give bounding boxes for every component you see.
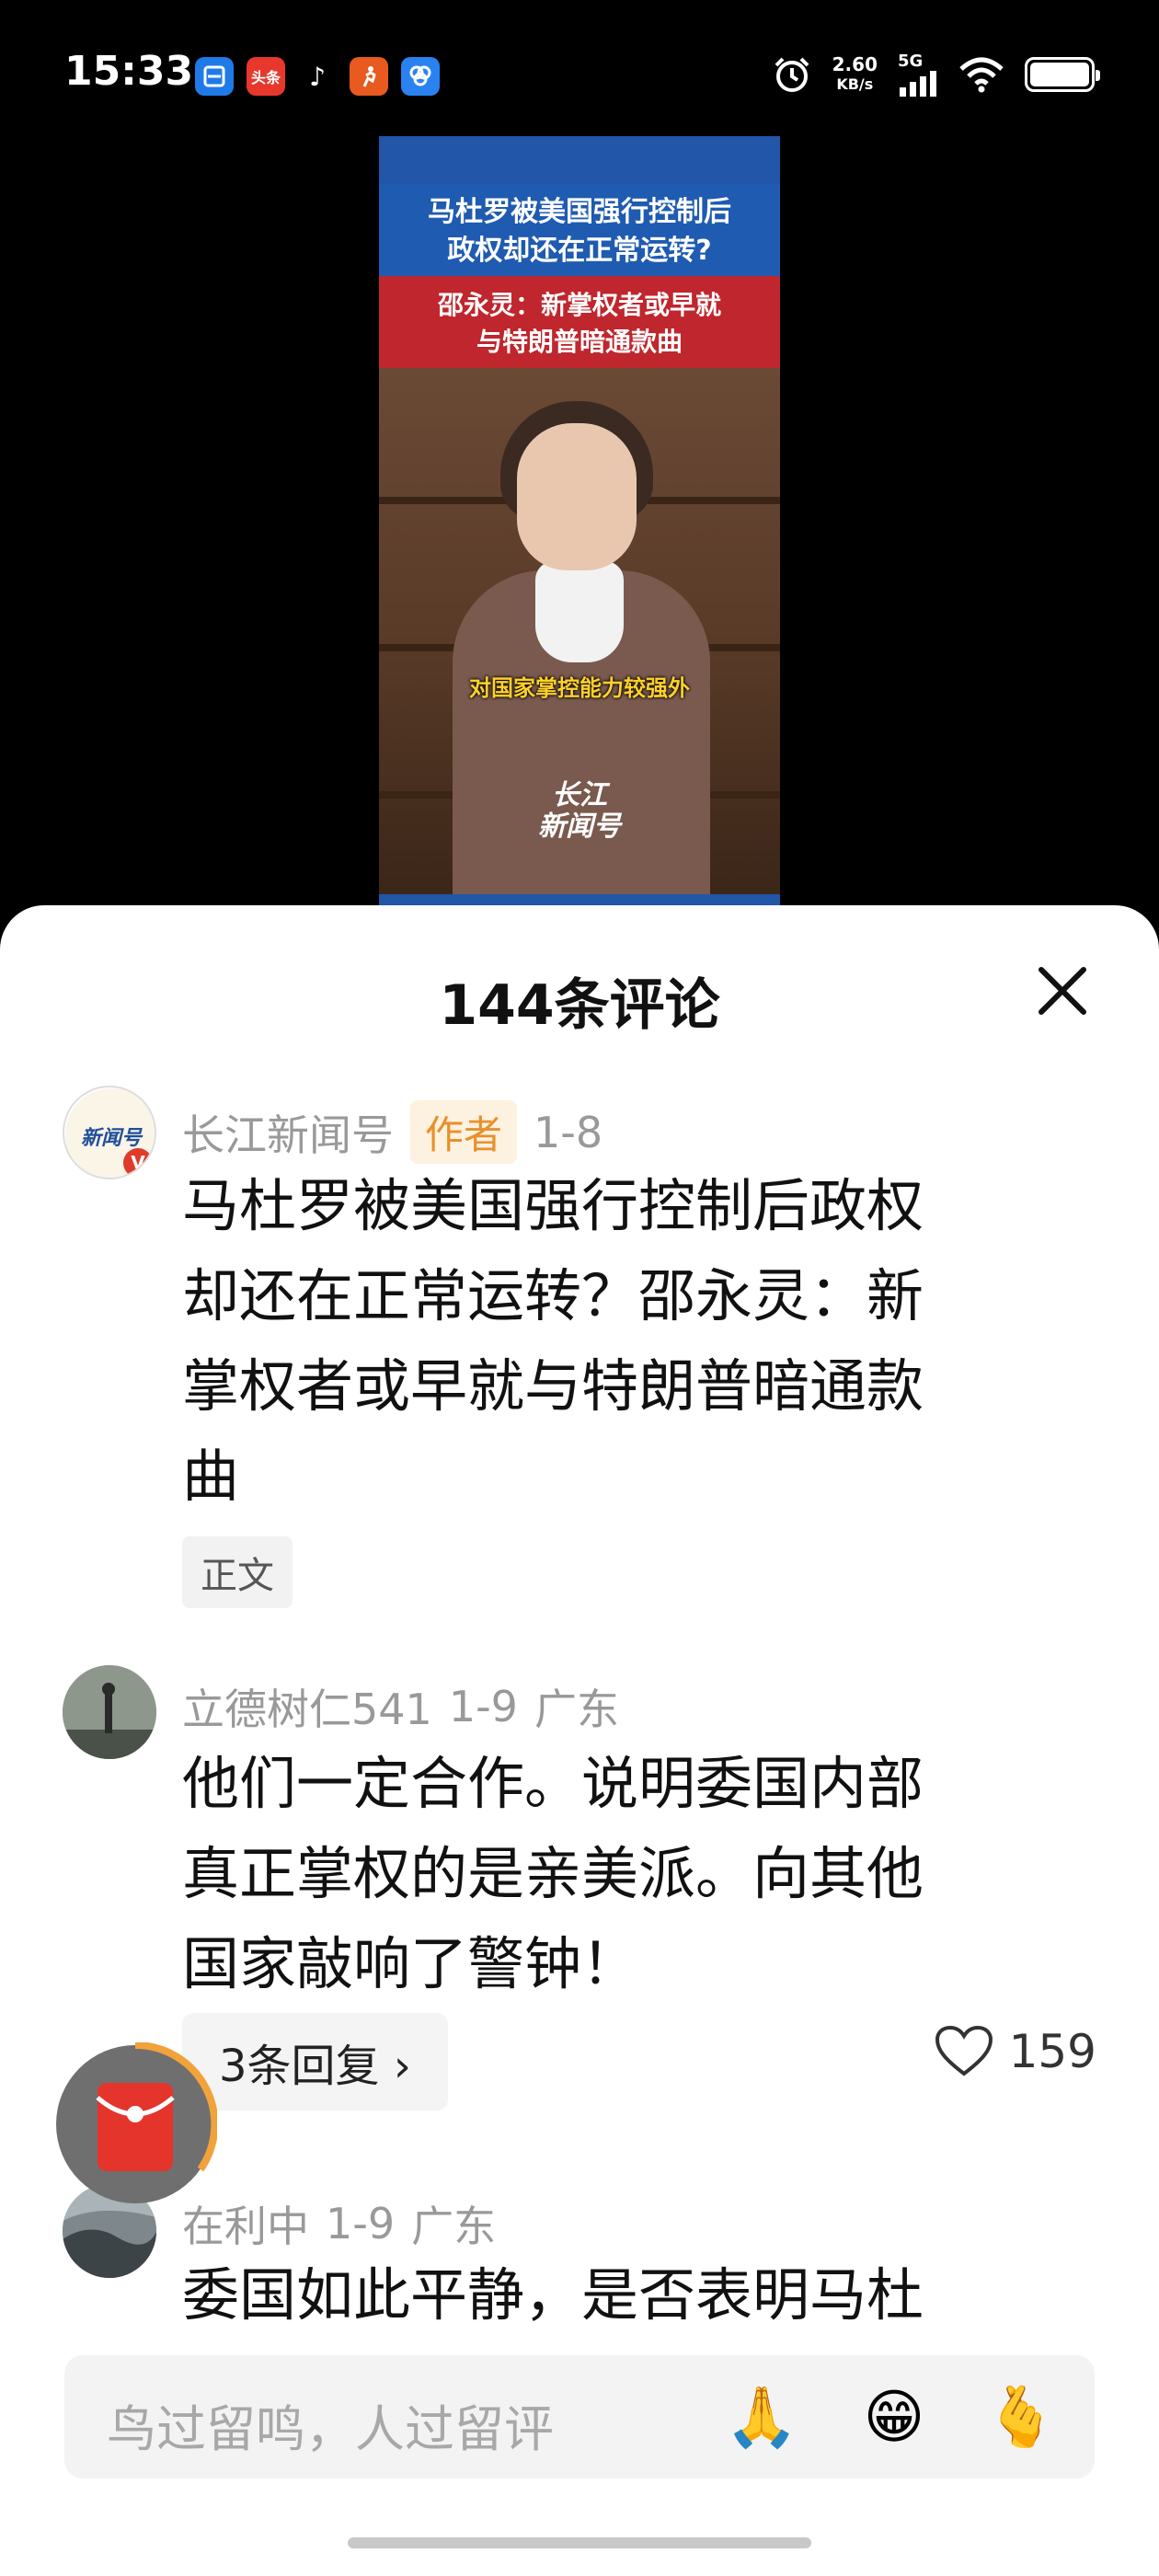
heart-hand-emoji-button[interactable]: 🫰 xyxy=(984,2381,1058,2455)
video-subtitle-line2: 与特朗普暗通款曲 xyxy=(476,327,683,357)
video-subtitle-box: 邵永灵：新掌权者或早就 与特朗普暗通款曲 xyxy=(379,276,780,368)
comment-date: 1-9 xyxy=(326,2199,396,2248)
comment-input-bar[interactable]: 鸟过留鸣，人过留评 🙏 😁 🫰 xyxy=(64,2355,1095,2478)
comment-text[interactable]: 委国如此平静，是否表明马杜 xyxy=(182,2250,1065,2329)
svg-text:新闻号: 新闻号 xyxy=(81,1126,143,1150)
wifi-icon xyxy=(959,57,1004,92)
author-name[interactable]: 立德树仁541 xyxy=(182,1676,432,1737)
comment-line: 掌权者或早就与特朗普暗通款 xyxy=(182,1352,924,1420)
notification-app-icons: 头条 ♪ xyxy=(195,57,440,96)
video-caption: 对国家掌控能力较强外 xyxy=(469,675,690,701)
video-logo: 长江 新闻号 xyxy=(379,780,780,843)
status-time: 15:33 xyxy=(64,48,194,95)
author-badge: 作者 xyxy=(410,1100,518,1164)
presenter-collar xyxy=(535,561,624,662)
pray-emoji-button[interactable]: 🙏 xyxy=(725,2381,798,2455)
scan-app-icon xyxy=(195,57,234,96)
svg-text:V: V xyxy=(131,1152,145,1174)
status-bar: 15:33 头条 ♪ 2.60 KB/s 5G xyxy=(0,0,1159,147)
avatar[interactable] xyxy=(63,1665,156,1759)
author-row: 长江新闻号 作者 1-8 xyxy=(182,1100,602,1164)
author-row: 在利中 1-9 广东 xyxy=(182,2193,496,2254)
network-gen: 5G xyxy=(898,52,924,71)
comment-text[interactable]: 马杜罗被美国强行控制后政权 却还在正常运转？邵永灵：新 掌权者或早就与特朗普暗通… xyxy=(182,1161,1065,1522)
net-speed-value: 2.60 xyxy=(832,52,878,75)
video-title-box: 马杜罗被美国强行控制后 政权却还在正常运转? xyxy=(379,184,780,276)
comment-date: 1-9 xyxy=(448,1682,518,1731)
comment-line: 却还在正常运转？邵永灵：新 xyxy=(182,1262,924,1329)
comment-line: 真正掌权的是亲美派。向其他 xyxy=(182,1840,924,1907)
signal-group: 5G xyxy=(898,52,938,97)
comment-location: 广东 xyxy=(411,2202,497,2251)
comment-date: 1-8 xyxy=(534,1107,603,1157)
comment-line: 曲 xyxy=(182,1443,240,1510)
comment-line: 马杜罗被美国强行控制后政权 xyxy=(182,1172,924,1239)
comments-title: 144条评论 xyxy=(439,973,720,1038)
author-row: 立德树仁541 1-9 广东 xyxy=(182,1676,619,1737)
author-name[interactable]: 长江新闻号 xyxy=(182,1102,394,1163)
heart-icon xyxy=(935,2025,993,2076)
video-logo-line2: 新闻号 xyxy=(538,811,621,843)
tiktok-app-icon: ♪ xyxy=(298,57,337,96)
view-replies-button[interactable]: 3条回复 › xyxy=(182,2013,448,2110)
net-speed: 2.60 KB/s xyxy=(832,54,878,95)
comment-input[interactable]: 鸟过留鸣，人过留评 xyxy=(107,2388,554,2461)
red-packet-button[interactable] xyxy=(53,2041,219,2206)
runner-app-icon xyxy=(350,57,388,96)
video-player[interactable]: 马杜罗被美国强行控制后 政权却还在正常运转? 邵永灵：新掌权者或早就 与特朗普暗… xyxy=(379,136,780,911)
cloud-app-icon xyxy=(401,57,440,96)
comment-line: 他们一定合作。说明委国内部 xyxy=(182,1750,924,1817)
video-title-line2: 政权却还在正常运转? xyxy=(447,235,712,267)
comments-sheet: 144条评论 新闻号 V 长江新闻号 作者 1-8 马杜罗被美国强行控制后政权 却… xyxy=(0,905,1159,2576)
video-title-line1: 马杜罗被美国强行控制后 xyxy=(428,196,731,228)
comment-location: 广东 xyxy=(534,1685,619,1734)
close-icon[interactable] xyxy=(1030,959,1095,1023)
toutiao-app-icon: 头条 xyxy=(247,57,285,96)
battery-icon xyxy=(1025,56,1100,92)
comment-text[interactable]: 他们一定合作。说明委国内部 真正掌权的是亲美派。向其他 国家敲响了警钟！ xyxy=(182,1739,1065,2009)
grin-emoji-button[interactable]: 😁 xyxy=(857,2381,931,2455)
alarm-icon xyxy=(775,57,809,92)
comment-line: 委国如此平静，是否表明马杜 xyxy=(182,2261,924,2329)
status-indicators: 2.60 KB/s 5G xyxy=(772,52,1100,97)
like-count: 159 xyxy=(1008,2025,1096,2078)
comment-line: 国家敲响了警钟！ xyxy=(182,1930,639,1997)
like-button[interactable]: 159 xyxy=(934,2024,1096,2079)
body-tag[interactable]: 正文 xyxy=(182,1536,293,1608)
signal-icon xyxy=(900,71,936,97)
home-indicator[interactable] xyxy=(348,2537,811,2548)
video-logo-line1: 长江 xyxy=(552,779,607,811)
presenter-face xyxy=(517,423,637,570)
video-subtitle-line1: 邵永灵：新掌权者或早就 xyxy=(437,290,721,320)
avatar[interactable]: 新闻号 V xyxy=(63,1086,156,1179)
net-speed-unit: KB/s xyxy=(836,75,874,93)
